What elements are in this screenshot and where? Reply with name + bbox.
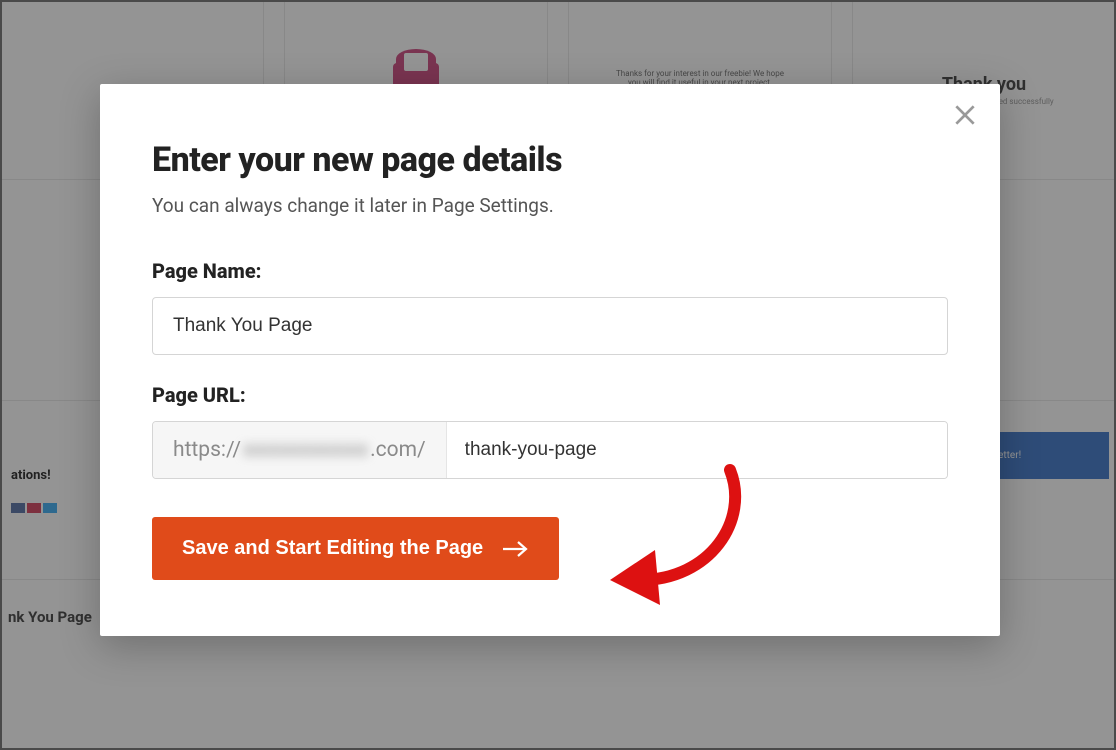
page-url-label: Page URL:: [152, 383, 948, 407]
url-prefix: https:// xxxxxxxxxxxx .com/: [153, 422, 447, 478]
page-url-row: https:// xxxxxxxxxxxx .com/: [152, 421, 948, 479]
new-page-modal: Enter your new page details You can alwa…: [100, 84, 1000, 636]
url-tld: .com/: [370, 438, 426, 462]
modal-title: Enter your new page details: [152, 140, 948, 180]
page-url-group: Page URL: https:// xxxxxxxxxxxx .com/: [152, 383, 948, 479]
close-icon: [952, 102, 978, 128]
save-button-label: Save and Start Editing the Page: [182, 537, 483, 560]
modal-subtitle: You can always change it later in Page S…: [152, 194, 948, 217]
close-button[interactable]: [952, 102, 978, 128]
save-and-edit-button[interactable]: Save and Start Editing the Page: [152, 517, 559, 580]
page-name-input[interactable]: [152, 297, 948, 355]
page-name-label: Page Name:: [152, 259, 948, 283]
url-scheme: https://: [173, 438, 241, 462]
url-redacted-domain: xxxxxxxxxxxx: [243, 438, 368, 462]
arrow-right-icon: [501, 540, 529, 558]
page-name-group: Page Name:: [152, 259, 948, 355]
page-url-slug-input[interactable]: [447, 422, 947, 478]
